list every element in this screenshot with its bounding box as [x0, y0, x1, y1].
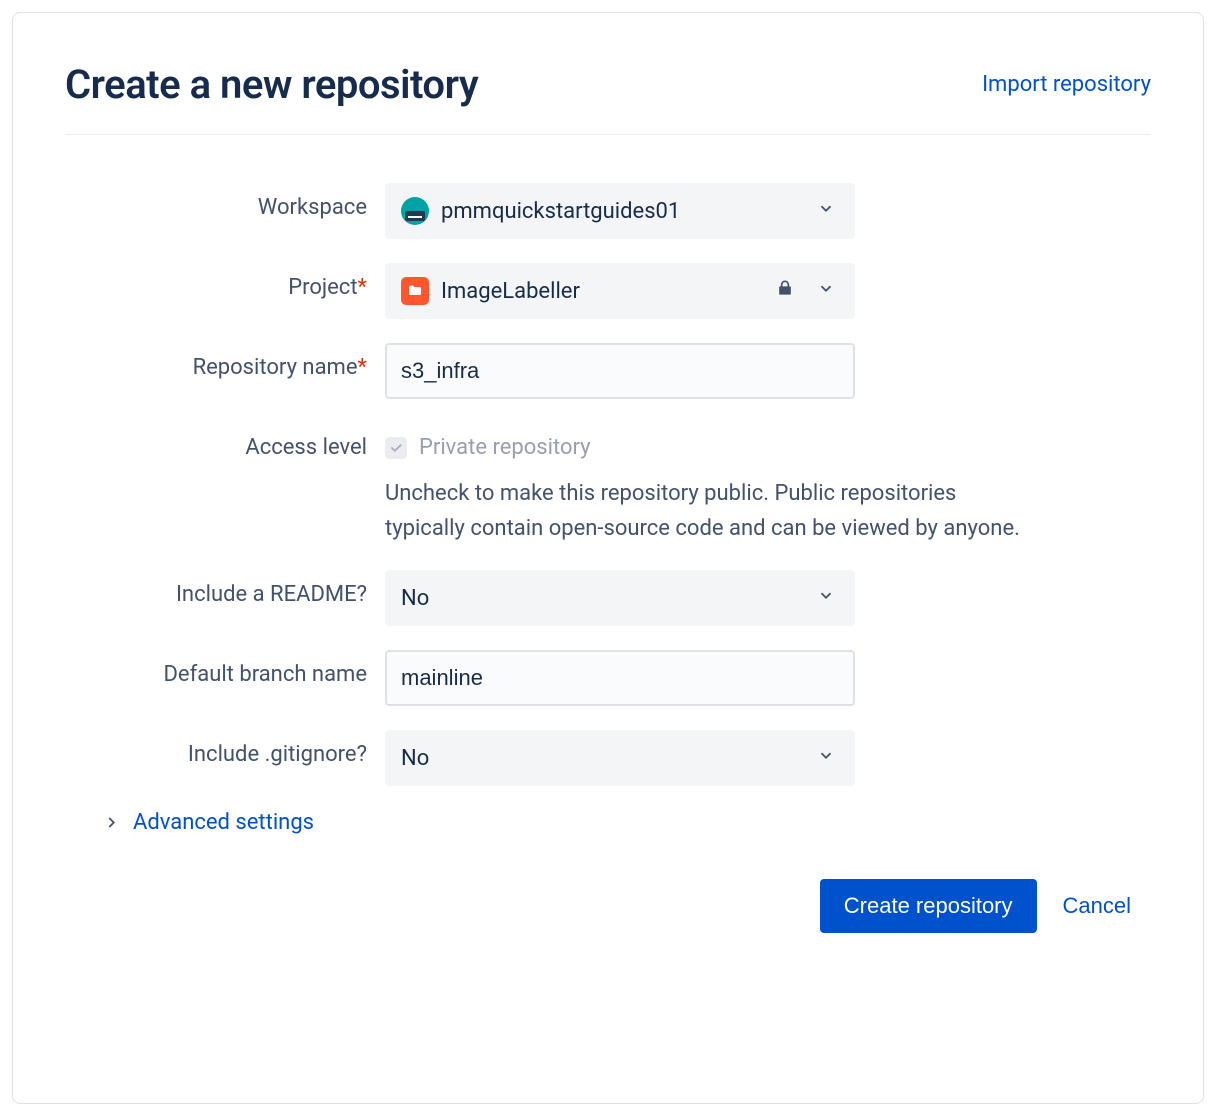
readme-select[interactable]: No [385, 570, 855, 626]
repo-name-label: Repository name* [105, 343, 385, 380]
page-title: Create a new repository [65, 61, 478, 108]
form-footer: Create repository Cancel [105, 879, 1151, 933]
private-repo-checkbox[interactable] [385, 437, 407, 459]
gitignore-value: No [401, 746, 429, 771]
cancel-button[interactable]: Cancel [1063, 893, 1131, 919]
chevron-down-icon [817, 279, 835, 304]
project-label: Project* [105, 263, 385, 300]
readme-row: Include a README? No [105, 570, 1151, 626]
gitignore-select[interactable]: No [385, 730, 855, 786]
access-level-row: Access level Private repository Uncheck … [105, 423, 1151, 546]
repo-name-input[interactable] [385, 343, 855, 399]
create-repo-card: Create a new repository Import repositor… [12, 12, 1204, 1104]
access-level-helper: Uncheck to make this repository public. … [385, 476, 1025, 546]
workspace-label: Workspace [105, 183, 385, 220]
private-repo-label: Private repository [419, 435, 591, 460]
workspace-avatar-icon [401, 197, 429, 225]
workspace-row: Workspace pmmquickstartguides01 [105, 183, 1151, 239]
chevron-down-icon [817, 199, 835, 224]
header-row: Create a new repository Import repositor… [65, 61, 1151, 135]
project-select[interactable]: ImageLabeller [385, 263, 855, 319]
access-level-label: Access level [105, 423, 385, 460]
advanced-settings-toggle[interactable]: Advanced settings [105, 810, 1151, 835]
create-repository-button[interactable]: Create repository [820, 879, 1037, 933]
workspace-select[interactable]: pmmquickstartguides01 [385, 183, 855, 239]
branch-label: Default branch name [105, 650, 385, 687]
gitignore-label: Include .gitignore? [105, 730, 385, 767]
default-branch-input[interactable] [385, 650, 855, 706]
readme-label: Include a README? [105, 570, 385, 607]
chevron-right-icon [102, 814, 127, 832]
gitignore-row: Include .gitignore? No [105, 730, 1151, 786]
import-repository-link[interactable]: Import repository [982, 72, 1151, 97]
advanced-settings-label: Advanced settings [133, 810, 314, 835]
branch-row: Default branch name [105, 650, 1151, 706]
chevron-down-icon [817, 586, 835, 611]
lock-icon [775, 278, 795, 304]
chevron-down-icon [817, 746, 835, 771]
project-value: ImageLabeller [441, 279, 580, 304]
workspace-value: pmmquickstartguides01 [441, 199, 680, 224]
form: Workspace pmmquickstartguides01 Project* [65, 183, 1151, 933]
readme-value: No [401, 586, 429, 611]
project-row: Project* ImageLabeller [105, 263, 1151, 319]
project-folder-icon [401, 277, 429, 305]
repo-name-row: Repository name* [105, 343, 1151, 399]
